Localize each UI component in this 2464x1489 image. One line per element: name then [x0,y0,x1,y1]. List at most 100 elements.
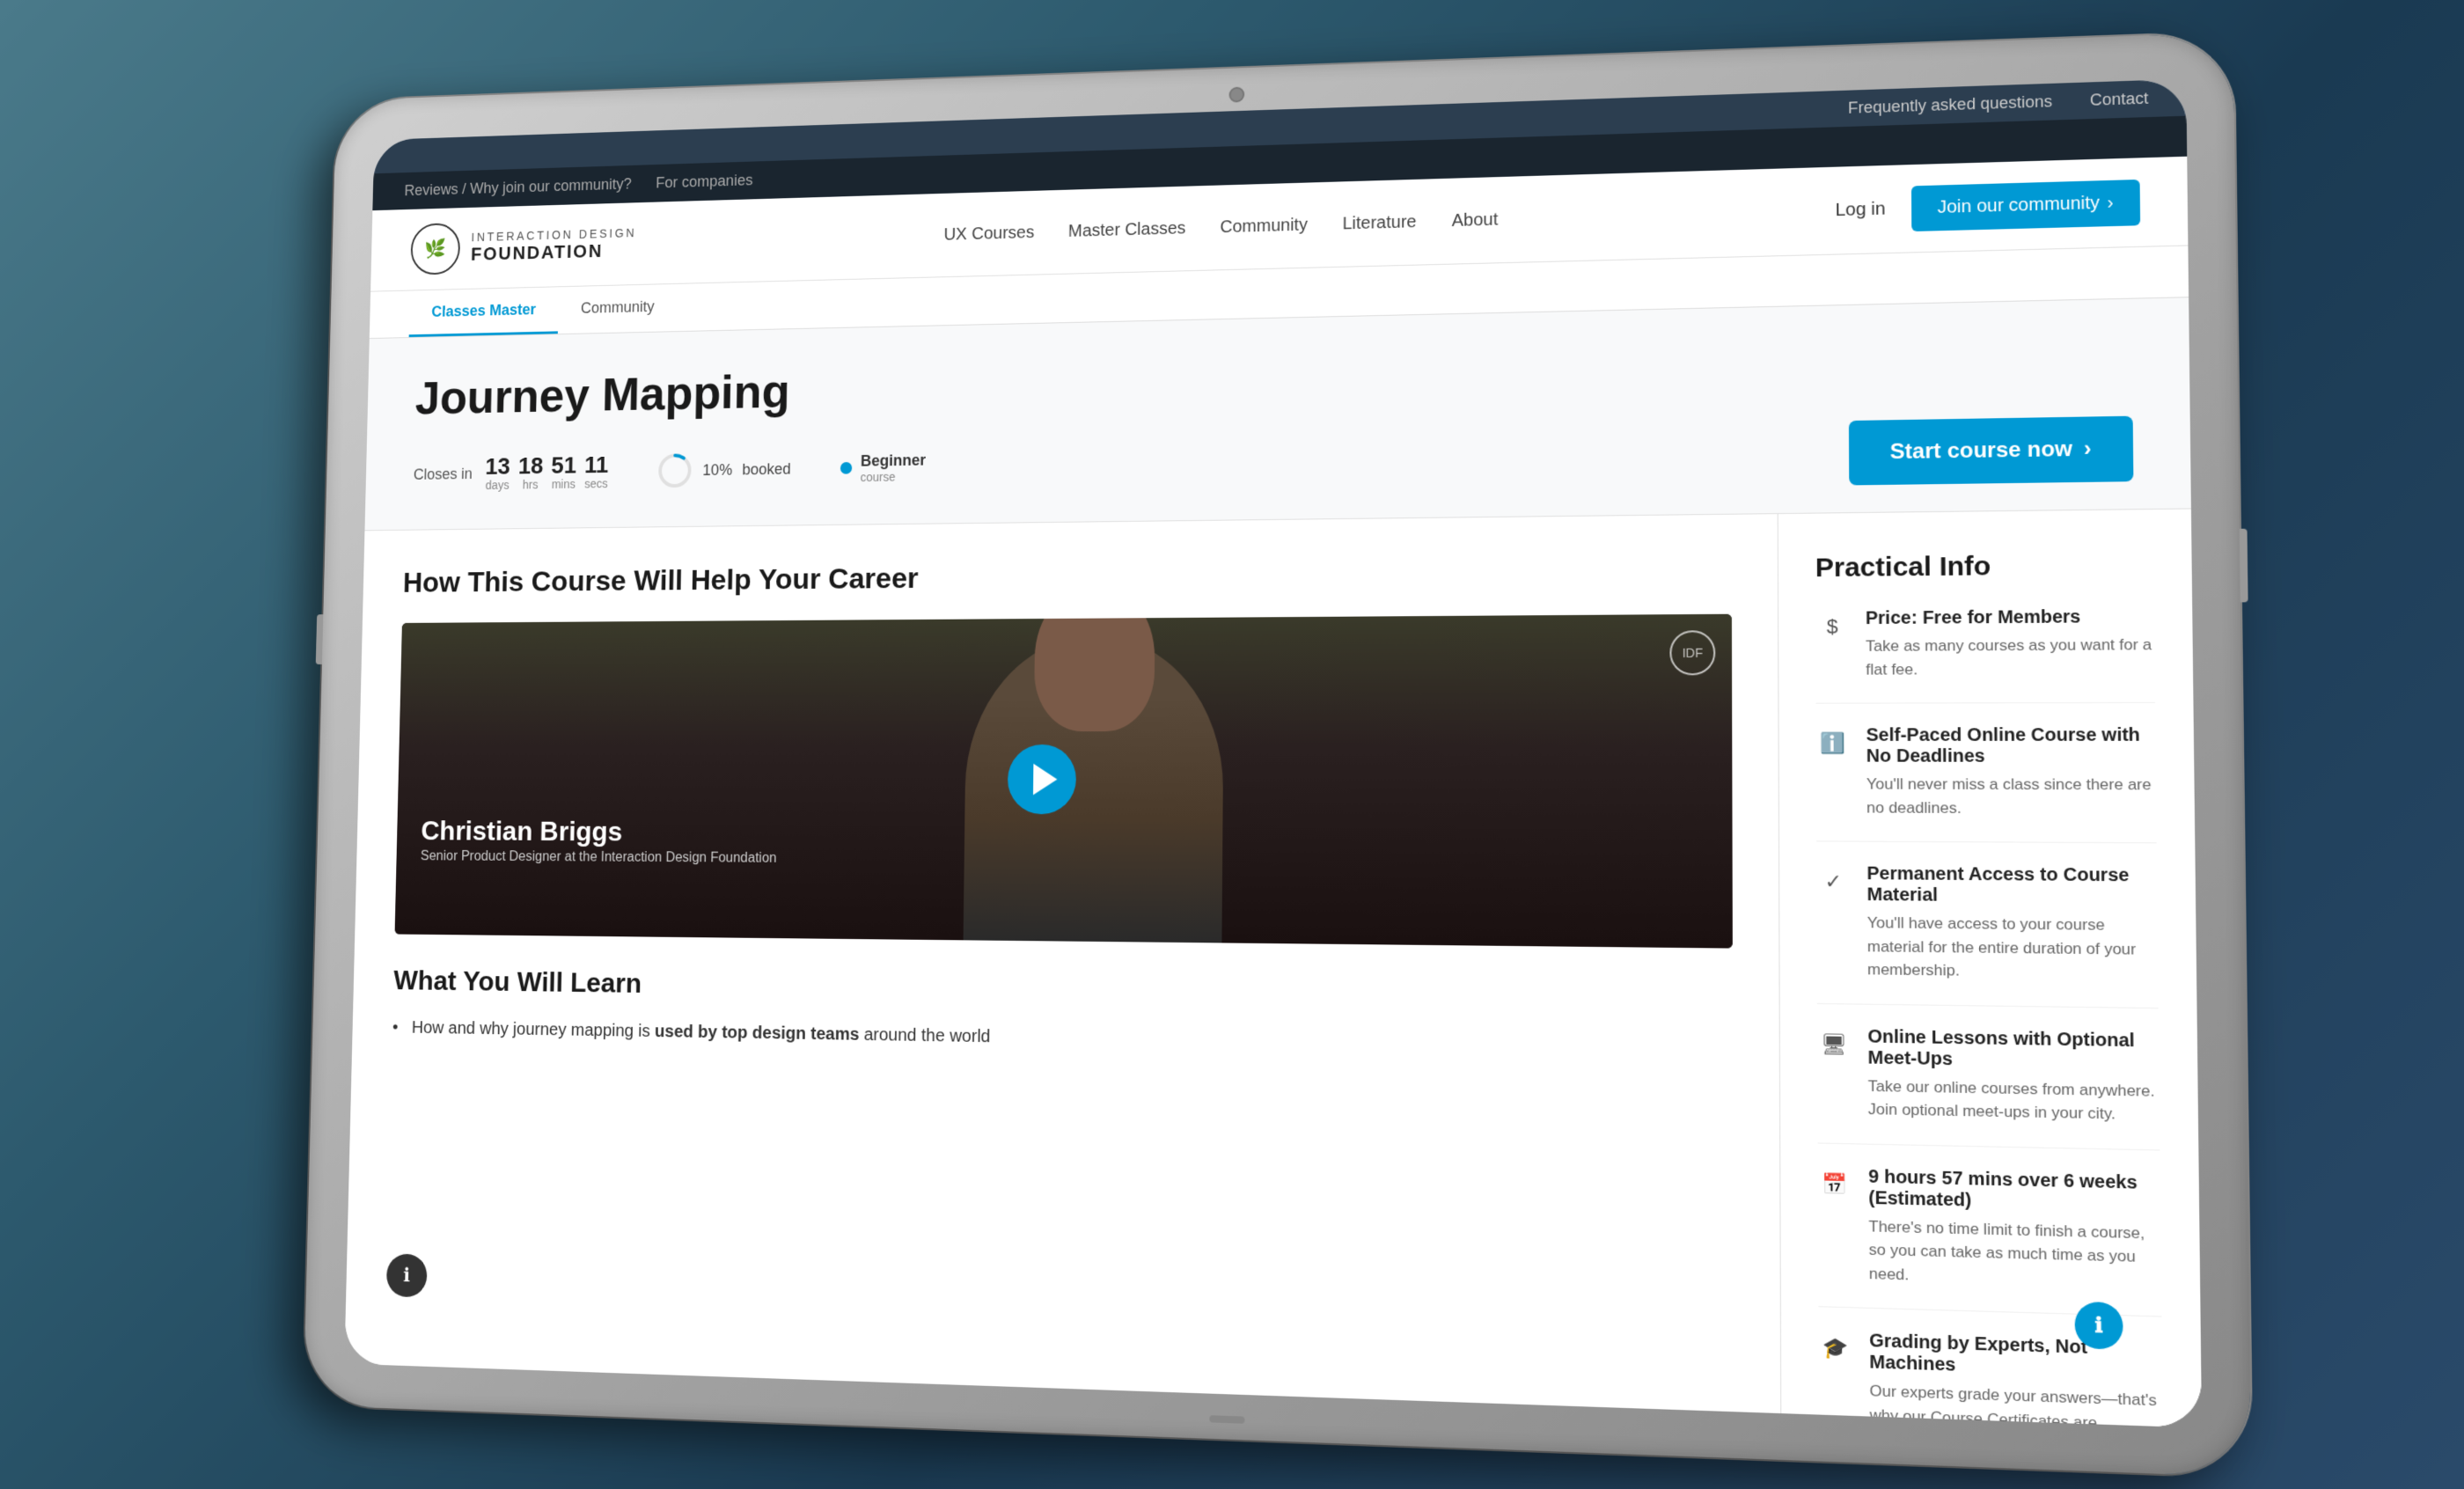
tablet-shell: Frequently asked questions Contact Revie… [304,33,2252,1478]
learn-item: How and why journey mapping is used by t… [392,1013,1734,1065]
play-icon [1033,764,1058,796]
main-nav-companies[interactable]: For companies [656,172,752,192]
person-head [1033,614,1155,731]
course-title: Journey Mapping [414,335,2132,425]
secs-label: secs [584,477,608,491]
hrs-number: 18 [518,454,544,478]
booked-info: 10% booked [656,451,791,490]
faq-link[interactable]: Frequently asked questions [1848,92,2052,118]
hrs-label: hrs [523,478,539,491]
paced-desc: You'll never miss a class since there ar… [1866,773,2156,820]
grading-desc: Our experts grade your answers—that's wh… [1869,1379,2163,1427]
tablet-power-button [2240,529,2248,603]
level-sub: course [861,469,926,484]
nav-links: UX Courses Master Classes Community Lite… [943,209,1498,245]
price-text: Price: Free for Members Take as many cou… [1866,606,2155,681]
person-body [963,635,1223,943]
learn-list: How and why journey mapping is used by t… [392,1013,1734,1065]
access-desc: You'll have access to your course materi… [1867,912,2159,986]
paced-icon: ℹ️ [1816,727,1850,759]
sub-nav-community[interactable]: Community [558,284,678,334]
price-desc: Take as many courses as you want for a f… [1866,634,2155,681]
practical-info-title: Practical Info [1815,550,2154,584]
learn-section-title: What You Will Learn [393,965,1733,1015]
course-video[interactable]: IDF Christian Briggs Senior Product Desi… [395,614,1733,949]
secs-block: 11 secs [584,453,609,490]
info-item-duration: 📅 9 hours 57 mins over 6 weeks (Estimate… [1818,1165,2162,1317]
access-icon: ✓ [1816,865,1850,899]
tablet-volume-button [316,614,324,664]
info-item-paced: ℹ️ Self-Paced Online Course with No Dead… [1816,725,2157,843]
nav-community[interactable]: Community [1220,215,1308,237]
course-hero: Journey Mapping Closes in 13 days 18 [364,297,2190,531]
nav-master-classes[interactable]: Master Classes [1068,218,1186,241]
booked-percent: 10% [702,461,732,480]
nav-actions: Log in Join our community › [1835,179,2140,232]
logo-text: INTERACTION DESIGN FOUNDATION [471,226,637,266]
tablet-container: Frequently asked questions Contact Revie… [304,33,2252,1478]
start-arrow-icon: › [2084,436,2092,462]
duration-text: 9 hours 57 mins over 6 weeks (Estimated)… [1868,1166,2161,1293]
booked-label: booked [742,460,791,479]
join-arrow-icon: › [2107,193,2113,214]
video-watermark: IDF [1669,630,1715,675]
mins-number: 51 [551,454,576,478]
sub-nav-classes-master[interactable]: Classes Master [409,287,559,337]
days-block: 13 days [485,455,510,492]
price-heading: Price: Free for Members [1866,606,2154,629]
progress-circle-icon [656,451,693,489]
nav-about[interactable]: About [1452,209,1499,231]
duration-desc: There's no time limit to finish a course… [1868,1214,2161,1294]
level-dot-icon [840,462,852,474]
grading-text: Grading by Experts, Not Machines Our exp… [1869,1331,2163,1427]
website-content: Frequently asked questions Contact Revie… [344,79,2202,1428]
content-area: How This Course Will Help Your Career [344,510,2202,1428]
days-number: 13 [485,455,510,479]
main-nav-reviews[interactable]: Reviews / Why join our community? [404,175,632,200]
nav-ux-courses[interactable]: UX Courses [943,223,1034,245]
duration-heading: 9 hours 57 mins over 6 weeks (Estimated) [1868,1166,2160,1215]
contact-link[interactable]: Contact [2090,89,2149,110]
secs-number: 11 [584,453,609,477]
logo-area: 🌿 INTERACTION DESIGN FOUNDATION [410,217,637,275]
info-item-meetups: 🖥 Online Lessons with Optional Meet-Ups … [1817,1025,2160,1150]
person-title: Senior Product Designer at the Interacti… [421,847,777,869]
start-course-button[interactable]: Start course now › [1849,416,2133,486]
access-text: Permanent Access to Course Material You'… [1866,864,2158,986]
paced-text: Self-Paced Online Course with No Deadlin… [1866,725,2157,820]
meetups-heading: Online Lessons with Optional Meet-Ups [1867,1026,2159,1074]
grading-icon: 🎓 [1818,1331,1852,1366]
access-heading: Permanent Access to Course Material [1866,864,2157,908]
level-text: Beginner course [861,451,927,484]
time-blocks: 13 days 18 hrs 51 mins [485,453,609,492]
login-button[interactable]: Log in [1836,199,1886,221]
level-name: Beginner [861,451,926,470]
tablet-camera [1229,87,1245,103]
left-content: How This Course Will Help Your Career [344,514,1781,1428]
meetups-icon: 🖥 [1817,1027,1851,1060]
info-item-price: $ Price: Free for Members Take as many c… [1815,606,2155,703]
closes-label: Closes in [414,465,473,483]
mins-label: mins [552,477,576,491]
video-person-name: Christian Briggs Senior Product Designer… [421,815,778,869]
tablet-home-button [1209,1415,1244,1424]
price-icon: $ [1815,611,1849,643]
logo-tree-icon: 🌿 [424,238,446,260]
nav-literature[interactable]: Literature [1342,212,1416,234]
tablet-screen: Frequently asked questions Contact Revie… [344,79,2202,1428]
course-meta: Closes in 13 days 18 hrs [413,416,2133,505]
days-label: days [486,478,510,492]
logo-icon: 🌿 [410,223,460,275]
meetups-desc: Take our online courses from anywhere. J… [1868,1075,2160,1127]
closes-in-section: Closes in 13 days 18 hrs [413,453,608,493]
logo-line2: FOUNDATION [471,239,637,266]
join-community-button[interactable]: Join our community › [1911,179,2140,231]
hrs-block: 18 hrs [517,454,543,491]
paced-heading: Self-Paced Online Course with No Deadlin… [1866,725,2156,767]
video-section-title: How This Course Will Help Your Career [403,554,1732,599]
level-info: Beginner course [840,451,926,484]
mins-block: 51 mins [551,454,576,491]
duration-icon: 📅 [1818,1167,1852,1201]
meetups-text: Online Lessons with Optional Meet-Ups Ta… [1867,1026,2160,1126]
practical-info-sidebar: Practical Info $ Price: Free for Members… [1778,510,2202,1428]
